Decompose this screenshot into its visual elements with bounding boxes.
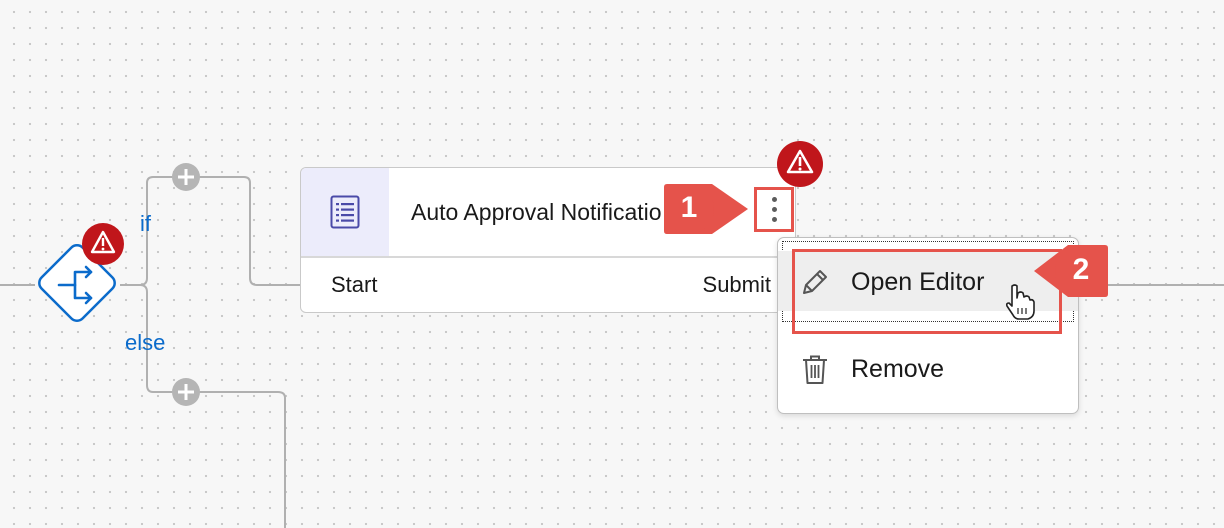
more-actions-button[interactable] xyxy=(754,187,794,232)
kebab-dot xyxy=(771,217,777,222)
menu-item-remove[interactable]: Remove xyxy=(778,338,1078,398)
step-card-title: Auto Approval Notification xyxy=(411,199,661,225)
step-start-label: Start xyxy=(331,272,378,297)
menu-item-label: Remove xyxy=(851,355,945,383)
step-submit-label: Submit xyxy=(702,272,771,297)
step-card[interactable]: Auto Approval Notification Start Submit xyxy=(300,167,796,313)
kebab-dot xyxy=(771,197,777,202)
form-list-icon xyxy=(301,168,389,256)
callout-1: 1 xyxy=(680,191,698,224)
add-step-button-else[interactable] xyxy=(172,378,200,406)
step-card-footer: Start Submit xyxy=(301,257,795,312)
kebab-dot xyxy=(771,207,777,212)
branch-else-label: else xyxy=(125,330,166,355)
step-card-header[interactable]: Auto Approval Notification xyxy=(301,168,795,256)
open-editor-highlight xyxy=(792,249,1062,334)
branch-if-label: if xyxy=(140,211,151,236)
add-step-button-if[interactable] xyxy=(172,163,200,191)
callout-2: 2 xyxy=(1072,253,1090,286)
trash-icon xyxy=(803,355,827,384)
